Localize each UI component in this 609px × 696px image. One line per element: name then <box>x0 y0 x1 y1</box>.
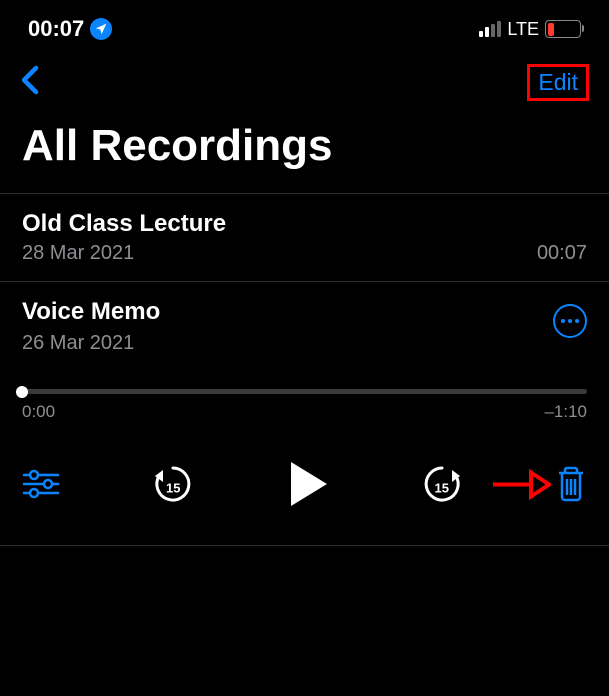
remaining-time: –1:10 <box>544 402 587 422</box>
skip-seconds: 15 <box>435 480 449 495</box>
signal-icon <box>479 21 501 37</box>
back-button[interactable] <box>20 65 40 100</box>
recording-title: Old Class Lecture <box>22 210 226 238</box>
delete-button[interactable] <box>555 465 587 508</box>
page-title: All Recordings <box>0 117 609 193</box>
recording-date: 28 Mar 2021 <box>22 242 134 265</box>
playback-scrubber[interactable]: 0:00 –1:10 <box>0 371 609 426</box>
recording-title: Voice Memo <box>22 298 160 325</box>
elapsed-time: 0:00 <box>22 402 55 422</box>
play-button[interactable] <box>287 460 329 513</box>
recording-duration: 00:07 <box>537 242 587 265</box>
skip-seconds: 15 <box>166 480 180 495</box>
recording-item-selected[interactable]: Voice Memo 26 Mar 2021 <box>0 282 609 371</box>
options-button[interactable] <box>22 469 60 504</box>
status-time: 00:07 <box>28 16 84 42</box>
recording-date: 26 Mar 2021 <box>22 332 134 355</box>
edit-button[interactable]: Edit <box>527 64 589 101</box>
location-icon <box>90 18 112 40</box>
ellipsis-icon <box>561 319 579 323</box>
skip-forward-button[interactable]: 15 <box>420 462 464 511</box>
scrubber-thumb[interactable] <box>16 386 28 398</box>
network-label: LTE <box>507 19 539 40</box>
recording-item[interactable]: Old Class Lecture 28 Mar 2021 00:07 <box>0 194 609 281</box>
arrow-annotation-icon <box>489 466 551 507</box>
battery-icon <box>545 20 581 38</box>
more-button[interactable] <box>553 304 587 338</box>
status-bar: 00:07 LTE <box>0 0 609 56</box>
skip-back-button[interactable]: 15 <box>151 462 195 511</box>
